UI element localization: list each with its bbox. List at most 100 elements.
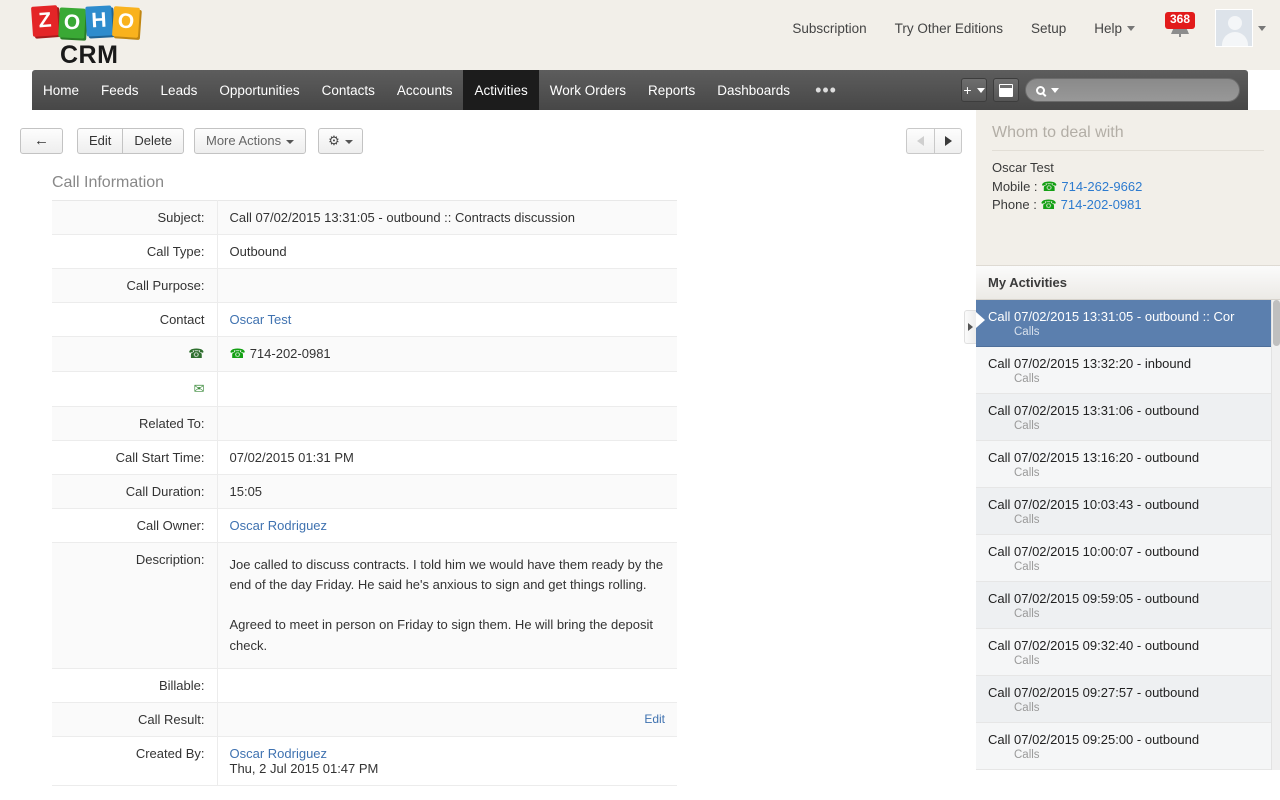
logo-block-o2: O bbox=[111, 6, 141, 38]
activity-module: Calls bbox=[1014, 608, 1040, 620]
nav-item-opportunities[interactable]: Opportunities bbox=[208, 70, 310, 110]
nav-items: Home Feeds Leads Opportunities Contacts … bbox=[32, 70, 851, 110]
my-activities-panel: My Activities Call 07/02/2015 13:31:05 -… bbox=[976, 265, 1280, 800]
activity-module: Calls bbox=[1014, 561, 1040, 573]
row-value bbox=[217, 269, 677, 303]
help-label: Help bbox=[1094, 20, 1122, 36]
table-row: ☎ ☎ 714-202-0981 bbox=[52, 336, 677, 372]
activity-module: Calls bbox=[1014, 326, 1040, 338]
contact-link[interactable]: Oscar Test bbox=[230, 312, 292, 327]
list-item[interactable]: Call 07/02/2015 09:27:57 - outbound Call… bbox=[976, 676, 1280, 723]
header-link-setup[interactable]: Setup bbox=[1017, 17, 1080, 40]
row-value: Oscar Rodriguez bbox=[217, 509, 677, 543]
previous-record-button[interactable] bbox=[906, 128, 934, 154]
row-value: ☎ 714-202-0981 bbox=[217, 337, 677, 372]
sidebar-phone-row: Phone : ☎ 714-202-0981 bbox=[992, 196, 1264, 214]
search-chevron-down-icon bbox=[1051, 87, 1059, 93]
activity-title: Call 07/02/2015 10:00:07 - outbound bbox=[988, 544, 1200, 559]
phone-number-link[interactable]: 714-202-0981 bbox=[1061, 197, 1142, 212]
created-by-link[interactable]: Oscar Rodriguez bbox=[230, 746, 328, 761]
nav-item-dashboards[interactable]: Dashboards bbox=[706, 70, 801, 110]
avatar[interactable] bbox=[1215, 9, 1253, 47]
more-actions-button[interactable]: More Actions bbox=[193, 128, 307, 154]
activity-title: Call 07/02/2015 13:32:20 - inbound bbox=[988, 356, 1192, 371]
avatar-body bbox=[1222, 32, 1248, 46]
list-item[interactable]: Call 07/02/2015 09:25:00 - outbound Call… bbox=[976, 723, 1280, 770]
avatar-chevron-down-icon[interactable] bbox=[1258, 25, 1266, 31]
row-label: ☎ bbox=[52, 336, 218, 372]
table-row: Call Purpose: bbox=[52, 268, 677, 303]
zoho-crm-logo[interactable]: Z O H O CRM bbox=[30, 5, 262, 69]
table-row: Subject: Call 07/02/2015 13:31:05 - outb… bbox=[52, 200, 677, 235]
list-item[interactable]: Call 07/02/2015 13:31:05 - outbound :: C… bbox=[976, 300, 1280, 347]
delete-button[interactable]: Delete bbox=[122, 128, 184, 154]
add-record-button[interactable]: + bbox=[961, 78, 987, 102]
row-value: Outbound bbox=[229, 244, 287, 259]
header-link-try-other-editions[interactable]: Try Other Editions bbox=[881, 17, 1017, 40]
list-item[interactable]: Call 07/02/2015 10:03:43 - outbound Call… bbox=[976, 488, 1280, 535]
logo-block-o1: O bbox=[58, 7, 86, 39]
row-value: Oscar Test bbox=[217, 303, 677, 337]
nav-item-accounts[interactable]: Accounts bbox=[386, 70, 464, 110]
settings-button[interactable]: ⚙ bbox=[318, 128, 363, 154]
header-link-subscription[interactable]: Subscription bbox=[778, 17, 880, 40]
nav-item-contacts[interactable]: Contacts bbox=[311, 70, 386, 110]
call-information-table: Subject: Call 07/02/2015 13:31:05 - outb… bbox=[52, 200, 677, 786]
nav-more-button[interactable]: ••• bbox=[801, 70, 851, 110]
activity-title: Call 07/02/2015 13:31:05 - outbound :: C… bbox=[988, 309, 1235, 324]
list-item[interactable]: Call 07/02/2015 13:31:06 - outbound Call… bbox=[976, 394, 1280, 441]
activities-scrollbar[interactable] bbox=[1271, 300, 1280, 770]
next-record-button[interactable] bbox=[934, 128, 962, 154]
activity-module: Calls bbox=[1014, 749, 1040, 761]
page-title: Call Information bbox=[52, 174, 165, 191]
phone-icon: ☎ bbox=[1041, 179, 1058, 194]
phone-icon: ☎ bbox=[1040, 197, 1057, 213]
header-link-help[interactable]: Help bbox=[1080, 17, 1149, 40]
activity-title: Call 07/02/2015 13:16:20 - outbound bbox=[988, 450, 1200, 465]
triangle-left-icon bbox=[917, 136, 924, 146]
notifications-button[interactable]: 368 bbox=[1159, 10, 1203, 46]
table-row: Description: Joe called to discuss contr… bbox=[52, 542, 677, 669]
scrollbar-thumb[interactable] bbox=[1273, 300, 1280, 346]
calendar-icon bbox=[999, 83, 1013, 97]
search-input[interactable] bbox=[1025, 78, 1240, 102]
mobile-number-link[interactable]: 714-262-9662 bbox=[1061, 179, 1142, 194]
back-button[interactable]: ← bbox=[20, 128, 63, 154]
nav-right-tools: + bbox=[961, 70, 1240, 110]
phone-icon: ☎ bbox=[229, 346, 246, 361]
zoho-logo-blocks: Z O H O bbox=[30, 5, 262, 40]
nav-item-activities[interactable]: Activities bbox=[463, 70, 539, 110]
calendar-button[interactable] bbox=[993, 78, 1019, 102]
whom-to-deal-with-title: Whom to deal with bbox=[992, 124, 1264, 151]
list-item[interactable]: Call 07/02/2015 13:32:20 - inbound Calls bbox=[976, 347, 1280, 394]
list-item[interactable]: Call 07/02/2015 10:00:07 - outbound Call… bbox=[976, 535, 1280, 582]
record-toolbar: ← Edit Delete More Actions ⚙ bbox=[0, 122, 976, 160]
envelope-icon: ✉ bbox=[193, 381, 205, 396]
edit-button[interactable]: Edit bbox=[77, 128, 123, 154]
row-value: Edit bbox=[217, 702, 677, 736]
created-by-timestamp: Thu, 2 Jul 2015 01:47 PM bbox=[229, 760, 379, 776]
list-item[interactable]: Call 07/02/2015 09:32:40 - outbound Call… bbox=[976, 629, 1280, 676]
row-value bbox=[217, 407, 677, 441]
call-owner-link[interactable]: Oscar Rodriguez bbox=[230, 518, 328, 533]
logo-block-h: H bbox=[85, 5, 113, 37]
logo-product-name: CRM bbox=[60, 41, 119, 69]
row-value: Oscar Rodriguez Thu, 2 Jul 2015 01:47 PM bbox=[217, 736, 677, 785]
list-item[interactable]: Call 07/02/2015 09:59:05 - outbound Call… bbox=[976, 582, 1280, 629]
call-result-edit-link[interactable]: Edit bbox=[644, 712, 665, 726]
nav-item-work-orders[interactable]: Work Orders bbox=[539, 70, 637, 110]
notification-count-badge: 368 bbox=[1165, 12, 1196, 29]
activity-title: Call 07/02/2015 09:27:57 - outbound bbox=[988, 685, 1200, 700]
gear-chevron-down-icon bbox=[344, 139, 353, 144]
add-chevron-down-icon bbox=[976, 87, 985, 93]
nav-item-leads[interactable]: Leads bbox=[150, 70, 209, 110]
nav-item-home[interactable]: Home bbox=[32, 70, 90, 110]
my-activities-title: My Activities bbox=[976, 265, 1280, 300]
panel-collapse-handle[interactable] bbox=[964, 310, 976, 344]
activity-module: Calls bbox=[1014, 467, 1040, 479]
row-value: 15:05 bbox=[229, 484, 263, 499]
nav-item-feeds[interactable]: Feeds bbox=[90, 70, 150, 110]
header-links: Subscription Try Other Editions Setup He… bbox=[778, 9, 1266, 47]
list-item[interactable]: Call 07/02/2015 13:16:20 - outbound Call… bbox=[976, 441, 1280, 488]
nav-item-reports[interactable]: Reports bbox=[637, 70, 706, 110]
